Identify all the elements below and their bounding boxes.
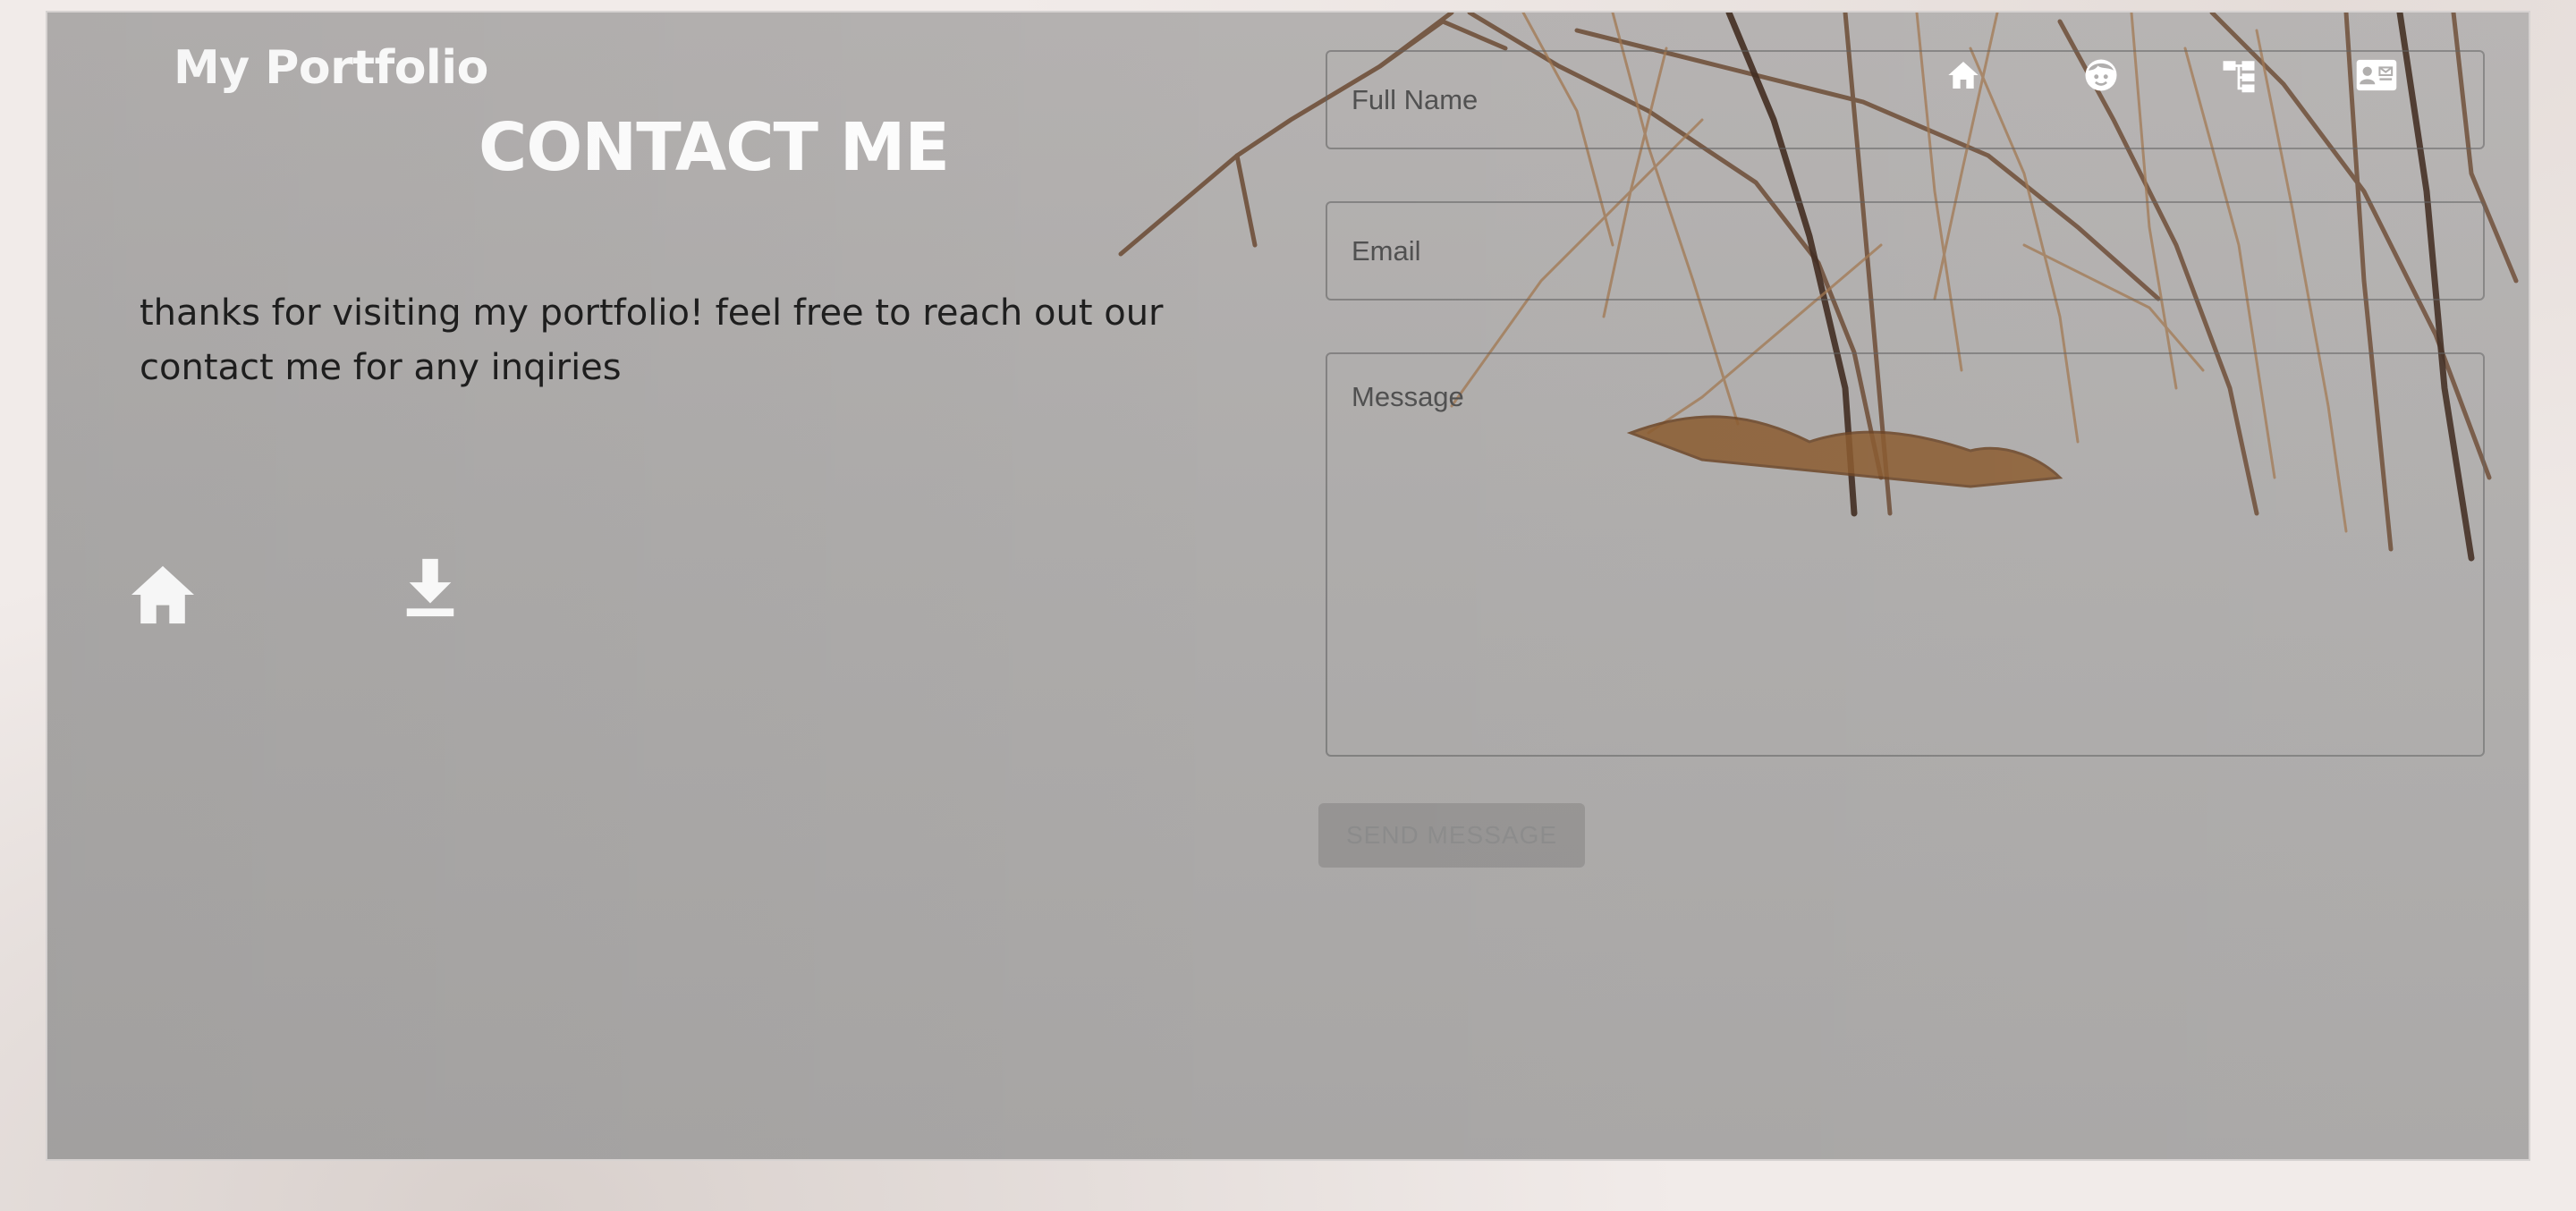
- send-message-button[interactable]: SEND MESSAGE: [1318, 803, 1585, 868]
- portfolio-window: My Portfolio CONTACT ME thanks for visit…: [46, 11, 2530, 1161]
- full-name-field[interactable]: [1326, 50, 2485, 149]
- email-field[interactable]: [1326, 201, 2485, 301]
- brand-title[interactable]: My Portfolio: [174, 41, 488, 95]
- home-icon[interactable]: [128, 563, 198, 626]
- message-field[interactable]: [1326, 352, 2485, 757]
- intro-text: thanks for visiting my portfolio! feel f…: [140, 292, 1164, 388]
- download-icon[interactable]: [403, 556, 457, 619]
- page-title: CONTACT ME: [479, 109, 950, 186]
